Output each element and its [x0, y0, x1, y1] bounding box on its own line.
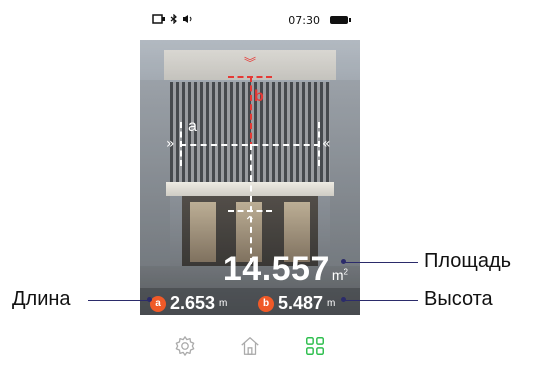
chevron-up-icon: ⌃: [244, 214, 256, 230]
length-marker-label: a: [188, 118, 197, 135]
height-callout-label: Высота: [424, 288, 493, 310]
height-marker-label: b: [254, 88, 264, 105]
apps-grid-icon[interactable]: [304, 335, 326, 357]
area-callout-label: Площадь: [424, 250, 512, 272]
height-value: 5.487: [278, 293, 324, 313]
length-callout-dot: [147, 297, 152, 302]
height-unit: m: [327, 298, 336, 309]
nfc-icon: [152, 14, 165, 24]
battery-icon: [330, 16, 351, 24]
bluetooth-icon: [170, 14, 177, 24]
gear-icon[interactable]: [174, 335, 196, 357]
chevron-right-double-icon: »: [166, 136, 175, 152]
area-value: 14.557: [222, 250, 330, 288]
height-callout-line: [344, 300, 418, 301]
center-guide-line: [250, 144, 252, 264]
status-time: 07:30: [288, 14, 320, 27]
length-callout-line: [88, 300, 150, 301]
base-marker: [228, 210, 272, 212]
length-value: 2.653: [170, 293, 216, 313]
bottom-tab-bar: [140, 315, 360, 368]
area-unit: m2: [331, 267, 348, 283]
home-icon[interactable]: [239, 335, 261, 357]
camera-view[interactable]: ︾ b a » « ⌃ 14.557 m2 a 2.653 m b 5.487 m: [140, 40, 360, 315]
height-measurement: b 5.487 m: [258, 293, 335, 314]
chevron-left-double-icon: «: [322, 136, 331, 152]
status-bar: 07:30: [140, 0, 360, 40]
length-badge: a: [150, 295, 166, 312]
chevron-down-icon: ︾: [244, 56, 257, 70]
sound-icon: [183, 15, 192, 23]
area-callout-dot: [341, 259, 346, 264]
area-callout-line: [344, 262, 418, 263]
area-readout: 14.557 m2: [223, 250, 348, 289]
length-unit: m: [219, 298, 228, 309]
height-callout-dot: [341, 297, 346, 302]
height-badge: b: [258, 295, 274, 312]
phone-screen: 07:30 ︾ b a » « ⌃ 14.557 m2 a 2.653 m b …: [140, 0, 360, 368]
length-callout-label: Длина: [12, 288, 71, 310]
length-measurement: a 2.653 m: [150, 293, 227, 314]
height-guide-line: [250, 76, 252, 148]
